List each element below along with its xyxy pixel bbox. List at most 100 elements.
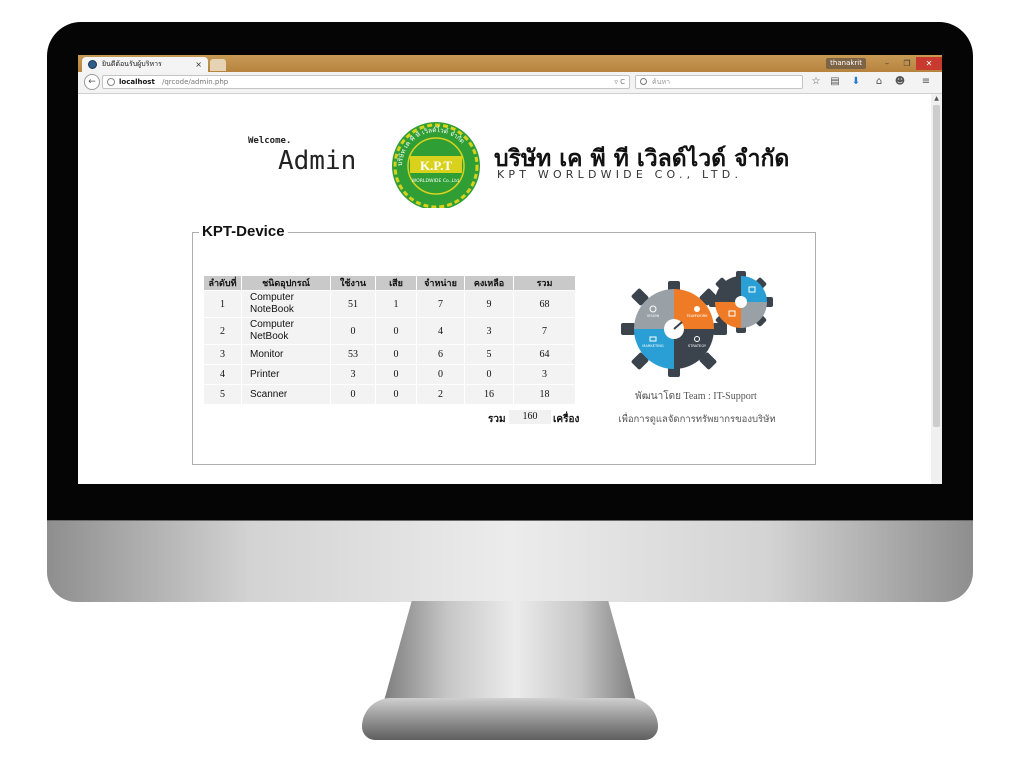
cell-sold: 4 (417, 318, 464, 344)
cell-remaining: 3 (465, 318, 513, 344)
logo-sub: WORLDWIDE Co.,Ltd. (412, 178, 461, 184)
address-bar[interactable]: localhost /qrcode/admin.php ▿ C (102, 75, 630, 89)
user-label: thanakrit (826, 58, 866, 69)
cell-sold: 2 (417, 385, 464, 404)
logo-text: K.P.T (420, 158, 452, 173)
scroll-thumb[interactable] (933, 105, 940, 427)
company-logo: บริษัท เค พี ที เวิลด์ไวด์ จำกัด K.P.T W… (392, 122, 480, 208)
welcome-text: Welcome. (248, 136, 292, 146)
url-host: localhost (119, 78, 155, 86)
large-gear-icon: VISION TEAMWORK MARKETING STRATEGY (621, 281, 727, 377)
table-row: 1 Computer NoteBook 51 1 7 9 68 (204, 291, 575, 317)
cell-sold: 7 (417, 291, 464, 317)
browser-tab[interactable]: ยินดีต้อนรับผู้บริหาร × (82, 57, 208, 72)
tab-close-icon[interactable]: × (195, 57, 202, 72)
col-header-in-use: ใช้งาน (331, 276, 375, 290)
col-header-total: รวม (514, 276, 575, 290)
cell-no: 5 (204, 385, 241, 404)
cell-in-use: 0 (331, 318, 375, 344)
cell-remaining: 5 (465, 345, 513, 364)
device-panel: KPT-Device ลำดับที่ ชนิดอุปกรณ์ ใช้งาน เ… (192, 223, 816, 465)
chat-icon[interactable]: ☻ (892, 74, 908, 90)
cell-in-use: 0 (331, 385, 375, 404)
page-content: Welcome. Admin บริษัท เค พี ที เวิลด์ไวด… (78, 94, 931, 484)
summary-unit: เครื่อง (553, 414, 580, 425)
globe-icon (107, 78, 115, 86)
col-header-broken: เสีย (376, 276, 416, 290)
bookmark-star-icon[interactable]: ☆ (808, 74, 824, 90)
cell-total: 64 (514, 345, 575, 364)
search-placeholder: ค้นหา (652, 78, 671, 86)
company-name-english: KPT WORLDWIDE CO., LTD. (497, 168, 743, 181)
search-input[interactable]: ค้นหา (635, 75, 803, 89)
minimize-button[interactable]: – (878, 57, 896, 70)
cell-type: Computer NoteBook (242, 291, 330, 317)
gear-label-vision: VISION (647, 314, 660, 318)
table-row: 4 Printer 3 0 0 0 3 (204, 365, 575, 384)
cell-total: 68 (514, 291, 575, 317)
developed-by-text: พัฒนาโดย Team : IT-Support (635, 391, 757, 402)
cell-type: Monitor (242, 345, 330, 364)
cell-type: Scanner (242, 385, 330, 404)
download-icon[interactable]: ⬇ (848, 74, 864, 90)
table-header-row: ลำดับที่ ชนิดอุปกรณ์ ใช้งาน เสีย จำหน่าย… (204, 276, 575, 290)
cell-total: 7 (514, 318, 575, 344)
new-tab-button[interactable] (210, 59, 226, 71)
cell-no: 2 (204, 318, 241, 344)
gear-label-strategy: STRATEGY (688, 344, 707, 348)
reading-list-icon[interactable]: ▤ (827, 74, 843, 90)
gears-illustration: VISION TEAMWORK MARKETING STRATEGY (621, 271, 773, 377)
cell-broken: 0 (376, 345, 416, 364)
panel-title: KPT-Device (199, 223, 288, 240)
cell-broken: 0 (376, 365, 416, 384)
cell-broken: 1 (376, 291, 416, 317)
gear-label-marketing: MARKETING (642, 344, 664, 348)
back-arrow-icon: ← (88, 77, 96, 87)
cell-in-use: 3 (331, 365, 375, 384)
cell-sold: 6 (417, 345, 464, 364)
col-header-sold: จำหน่าย (417, 276, 464, 290)
monitor-stand-neck (384, 601, 636, 701)
maximize-button[interactable]: ❐ (898, 57, 916, 70)
summary-label: รวม (488, 414, 506, 425)
summary-value: 160 (509, 410, 551, 424)
cell-total: 18 (514, 385, 575, 404)
cell-in-use: 53 (331, 345, 375, 364)
gear-label-teamwork: TEAMWORK (685, 314, 708, 318)
cell-no: 3 (204, 345, 241, 364)
browser-nav-bar: ← localhost /qrcode/admin.php ▿ C ค้นหา … (78, 72, 942, 94)
back-button[interactable]: ← (84, 74, 100, 90)
cell-in-use: 51 (331, 291, 375, 317)
browser-tab-strip: ยินดีต้อนรับผู้บริหาร × thanakrit – ❐ ✕ (78, 55, 942, 72)
tab-title: ยินดีต้อนรับผู้บริหาร (102, 60, 162, 68)
reload-icon[interactable]: ▿ C (614, 76, 625, 88)
col-header-type: ชนิดอุปกรณ์ (242, 276, 330, 290)
cell-type: Computer NetBook (242, 318, 330, 344)
window-close-button[interactable]: ✕ (916, 57, 942, 70)
cell-sold: 0 (417, 365, 464, 384)
admin-name: Admin (278, 146, 357, 176)
cell-broken: 0 (376, 385, 416, 404)
screen: ยินดีต้อนรับผู้บริหาร × thanakrit – ❐ ✕ … (78, 55, 942, 484)
cell-no: 4 (204, 365, 241, 384)
monitor-chin (47, 520, 973, 602)
menu-icon[interactable]: ≡ (918, 74, 934, 90)
cell-type: Printer (242, 365, 330, 384)
favicon-icon (88, 60, 97, 69)
cell-remaining: 0 (465, 365, 513, 384)
table-row: 2 Computer NetBook 0 0 4 3 7 (204, 318, 575, 344)
search-icon (640, 78, 647, 85)
col-header-remaining: คงเหลือ (465, 276, 513, 290)
cell-remaining: 9 (465, 291, 513, 317)
scroll-up-arrow-icon[interactable]: ▲ (931, 94, 942, 104)
vertical-scrollbar[interactable]: ▲ (931, 94, 942, 484)
cell-total: 3 (514, 365, 575, 384)
home-icon[interactable]: ⌂ (871, 74, 887, 90)
table-row: 3 Monitor 53 0 6 5 64 (204, 345, 575, 364)
purpose-text: เพื่อการดูแลจัดการทรัพยากรของบริษัท (618, 415, 776, 425)
cell-broken: 0 (376, 318, 416, 344)
col-header-no: ลำดับที่ (204, 276, 241, 290)
device-table: ลำดับที่ ชนิดอุปกรณ์ ใช้งาน เสีย จำหน่าย… (203, 275, 576, 405)
url-path: /qrcode/admin.php (162, 78, 229, 86)
cell-no: 1 (204, 291, 241, 317)
